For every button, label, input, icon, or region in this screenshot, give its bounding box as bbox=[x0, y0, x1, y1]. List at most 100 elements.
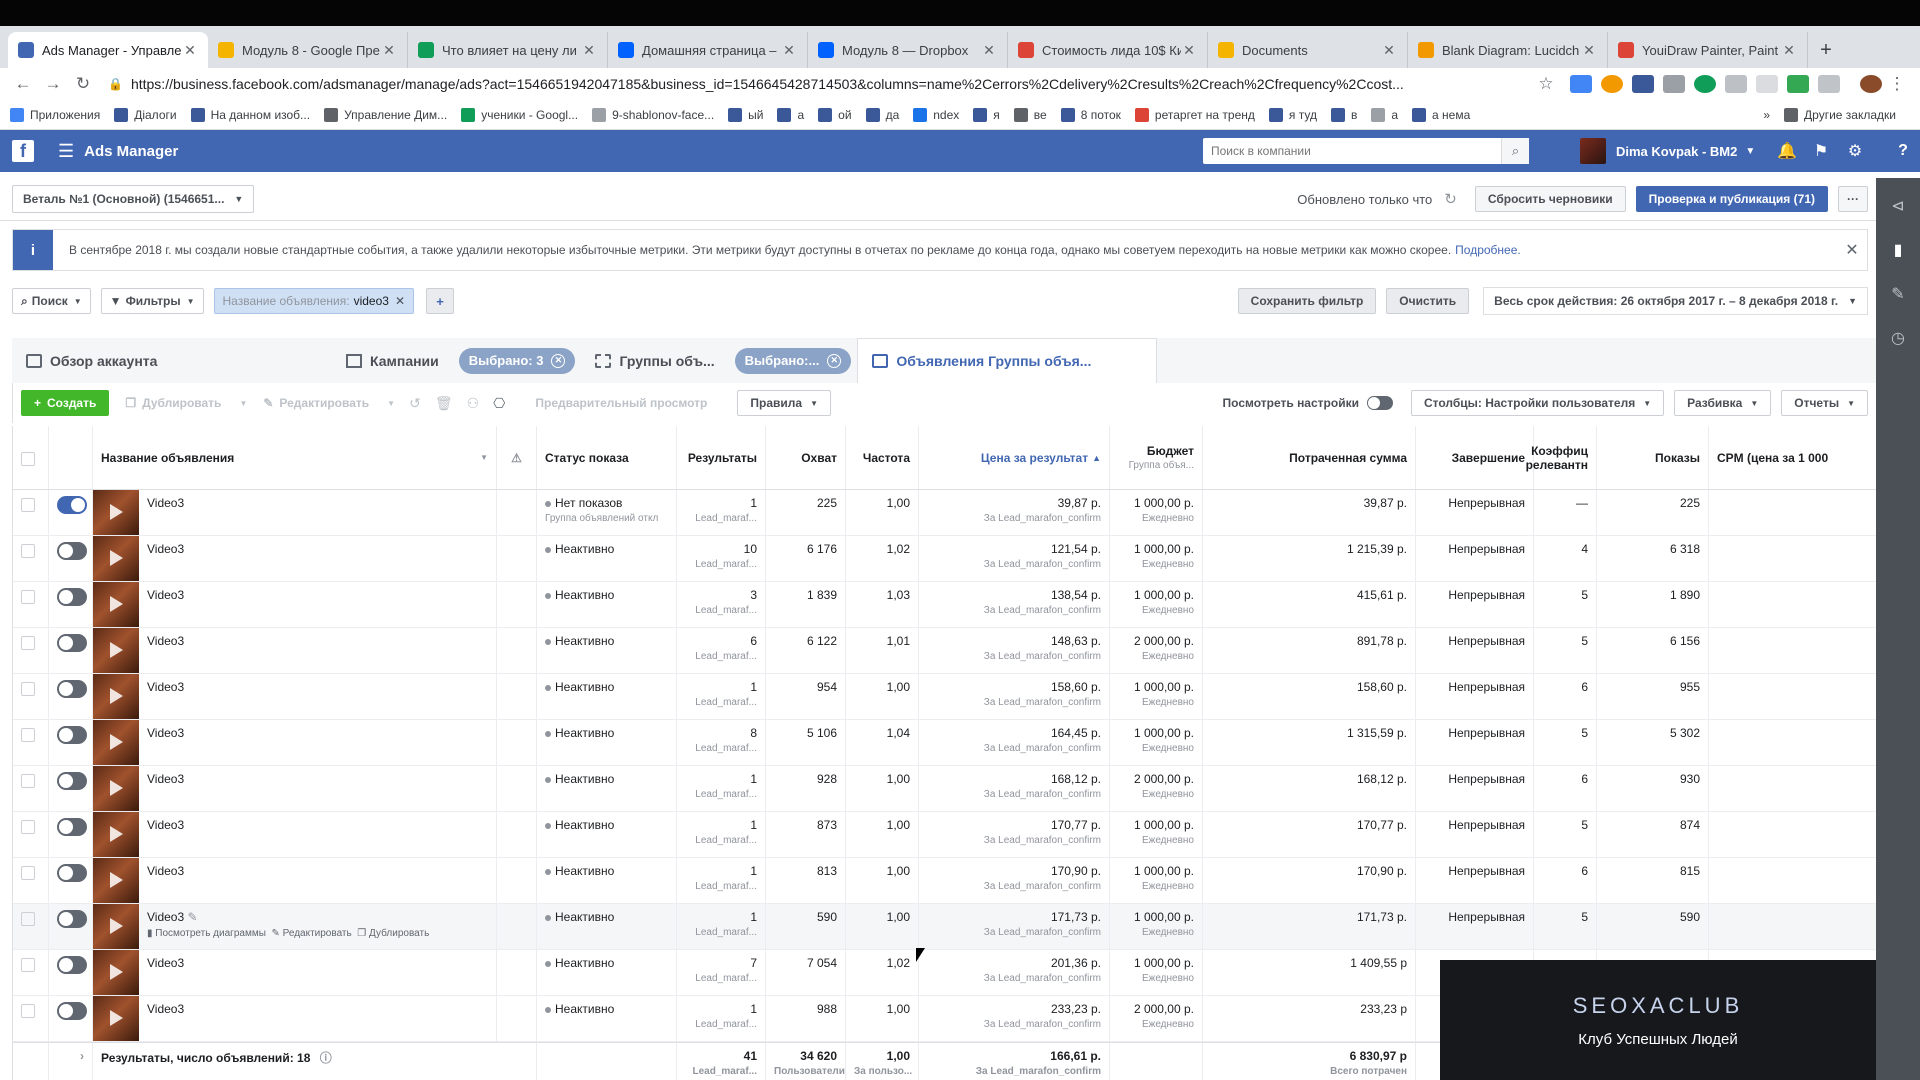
save-filter-button[interactable]: Сохранить фильтр bbox=[1237, 288, 1377, 314]
budget-cell[interactable]: 1 000,00 р. Ежедневно bbox=[1110, 720, 1203, 765]
more-options-icon[interactable]: ··· bbox=[1838, 186, 1868, 212]
browser-tab[interactable]: Стоимость лида 10$ Ки ✕ bbox=[1008, 32, 1208, 68]
discard-drafts-button[interactable]: Сбросить черновики bbox=[1474, 186, 1626, 212]
bookmarks-more[interactable]: » bbox=[1763, 108, 1770, 122]
browser-tab[interactable]: Модуль 8 — Dropbox ✕ bbox=[808, 32, 1008, 68]
table-row[interactable]: Video3 Неактивно 3 Lead_maraf... 1 839 1,03 13… bbox=[13, 582, 1876, 628]
menu-icon[interactable]: ⋮ bbox=[1882, 74, 1912, 94]
extension-icon[interactable] bbox=[1632, 75, 1654, 93]
undo-icon[interactable]: ↺ bbox=[409, 395, 421, 412]
row-duplicate-link[interactable]: ❐ Дублировать bbox=[357, 928, 429, 939]
clear-filter-button[interactable]: Очистить bbox=[1386, 288, 1470, 314]
row-checkbox[interactable] bbox=[21, 728, 35, 742]
extension-icon[interactable] bbox=[1601, 75, 1623, 93]
forward-icon[interactable]: → bbox=[38, 74, 68, 94]
col-impressions[interactable]: Показы bbox=[1597, 426, 1709, 489]
arrow-left-circle-icon[interactable]: ⊲ bbox=[1884, 192, 1912, 220]
ad-name[interactable]: Video3 bbox=[147, 956, 184, 970]
filter-token[interactable]: Название объявления: video3 ✕ bbox=[213, 288, 414, 314]
ad-name-cell[interactable]: Video3 bbox=[93, 766, 497, 811]
reports-dropdown[interactable]: Отчеты ▼ bbox=[1781, 390, 1868, 416]
ad-name-cell[interactable]: Video3 bbox=[93, 812, 497, 857]
col-amount-spent[interactable]: Потраченная сумма bbox=[1203, 426, 1416, 489]
new-tab-button[interactable]: + bbox=[1808, 32, 1844, 68]
bookmark-item[interactable]: я туд bbox=[1268, 107, 1317, 122]
col-status[interactable]: Статус показа bbox=[537, 426, 677, 489]
close-icon[interactable]: ✕ bbox=[1837, 240, 1867, 260]
bookmark-item[interactable]: ой bbox=[818, 107, 852, 122]
row-checkbox[interactable] bbox=[21, 682, 35, 696]
row-checkbox[interactable] bbox=[21, 636, 35, 650]
col-reach[interactable]: Охват bbox=[766, 426, 846, 489]
bookmark-item[interactable]: Приложения bbox=[10, 107, 100, 122]
rules-dropdown[interactable]: Правила ▼ bbox=[737, 390, 831, 416]
bar-chart-icon[interactable]: ▮ bbox=[1884, 236, 1912, 264]
col-results[interactable]: Результаты bbox=[677, 426, 766, 489]
close-icon[interactable]: ✕ bbox=[981, 42, 997, 59]
close-icon[interactable]: ✕ bbox=[1781, 42, 1797, 59]
search-dropdown[interactable]: ⌕ Поиск ▼ bbox=[12, 288, 91, 314]
ad-status-toggle[interactable] bbox=[57, 1002, 87, 1020]
notice-more-link[interactable]: Подробнее. bbox=[1455, 243, 1521, 257]
col-frequency[interactable]: Частота bbox=[846, 426, 919, 489]
row-checkbox[interactable] bbox=[21, 958, 35, 972]
col-budget[interactable]: Бюджет Группа объя... bbox=[1110, 426, 1203, 489]
close-icon[interactable]: ✕ bbox=[581, 42, 597, 59]
col-cpm[interactable]: CPM (цена за 1 000 bbox=[1709, 426, 1837, 489]
ad-status-toggle[interactable] bbox=[57, 542, 87, 560]
add-filter-button[interactable]: + bbox=[426, 288, 454, 314]
bookmark-item[interactable]: ndex bbox=[913, 107, 959, 122]
close-icon[interactable]: ✕ bbox=[381, 42, 397, 59]
ad-name-cell[interactable]: Video3 bbox=[93, 720, 497, 765]
col-warnings[interactable]: ⚠ bbox=[497, 426, 537, 489]
table-row[interactable]: Video3 Нет показов Группа объявлений откл 1… bbox=[13, 490, 1876, 536]
close-icon[interactable]: ✕ bbox=[395, 294, 405, 308]
ad-status-toggle[interactable] bbox=[57, 588, 87, 606]
account-selector[interactable]: Веталь №1 (Основной) (1546651... ▼ bbox=[12, 185, 255, 213]
adsets-selected-pill[interactable]: Выбрано:... ✕ bbox=[734, 347, 852, 374]
browser-tab[interactable]: Documents ✕ bbox=[1208, 32, 1408, 68]
ad-status-toggle[interactable] bbox=[57, 772, 87, 790]
row-checkbox[interactable] bbox=[21, 498, 35, 512]
bookmark-item[interactable]: 8 поток bbox=[1060, 107, 1121, 122]
tab-ads[interactable]: Объявления Группы объя... bbox=[857, 338, 1158, 383]
user-menu[interactable]: Dima Kovpak - BM2 ▼ bbox=[1580, 130, 1755, 172]
bookmark-star-icon[interactable]: ☆ bbox=[1531, 74, 1561, 94]
info-icon[interactable]: ⓘ bbox=[320, 1051, 332, 1065]
gear-icon[interactable]: ⚙ bbox=[1838, 141, 1872, 161]
row-edit-link[interactable]: ✎ Редактировать bbox=[271, 928, 351, 939]
bookmark-item[interactable]: 9-shablonov-face... bbox=[592, 107, 714, 122]
view-charts-link[interactable]: ▮ Посмотреть диаграммы bbox=[147, 928, 266, 939]
budget-cell[interactable]: 1 000,00 р. Ежедневно bbox=[1110, 536, 1203, 581]
ad-name-cell[interactable]: Video3 bbox=[93, 996, 497, 1041]
trash-icon[interactable]: 🗑 bbox=[435, 395, 453, 412]
ad-name-cell[interactable]: Video3 bbox=[93, 858, 497, 903]
col-relevance[interactable]: Коэффиц релевантн bbox=[1526, 426, 1597, 489]
row-checkbox[interactable] bbox=[21, 820, 35, 834]
tab-account-overview[interactable]: Обзор аккаунта bbox=[12, 338, 332, 383]
bookmark-item[interactable]: ученики - Googl... bbox=[461, 107, 578, 122]
bookmark-item[interactable]: ый bbox=[728, 107, 763, 122]
extension-icon[interactable] bbox=[1787, 75, 1809, 93]
browser-tab[interactable]: YouiDraw Painter, Paint ✕ bbox=[1608, 32, 1808, 68]
people-icon[interactable]: ⚇ bbox=[467, 395, 480, 412]
extension-icon[interactable] bbox=[1818, 75, 1840, 93]
browser-tab[interactable]: Модуль 8 - Google Пре ✕ bbox=[208, 32, 408, 68]
table-row[interactable]: Video3 Неактивно 1 Lead_maraf... 873 1,00 170,… bbox=[13, 812, 1876, 858]
columns-dropdown[interactable]: Столбцы: Настройки пользователя ▼ bbox=[1410, 390, 1665, 416]
row-checkbox[interactable] bbox=[21, 1004, 35, 1018]
bookmark-item[interactable]: в bbox=[1330, 107, 1357, 122]
pencil-icon[interactable]: ✎ bbox=[188, 910, 198, 924]
budget-cell[interactable]: 2 000,00 р. Ежедневно bbox=[1110, 628, 1203, 673]
row-checkbox[interactable] bbox=[21, 866, 35, 880]
extension-icon[interactable] bbox=[1756, 75, 1778, 93]
bookmark-item[interactable]: ве bbox=[1013, 107, 1047, 122]
ad-status-toggle[interactable] bbox=[57, 634, 87, 652]
breakdown-dropdown[interactable]: Разбивка ▼ bbox=[1674, 390, 1772, 416]
ad-name[interactable]: Video3 bbox=[147, 910, 184, 924]
create-button[interactable]: + Создать bbox=[21, 390, 110, 416]
review-publish-button[interactable]: Проверка и публикация (71) bbox=[1635, 186, 1828, 212]
duplicate-button[interactable]: ❐ Дублировать ▼ bbox=[125, 396, 247, 410]
tab-campaigns[interactable]: Кампании bbox=[332, 338, 453, 383]
url-field[interactable]: 🔒 https://business.facebook.com/adsmanag… bbox=[98, 71, 1531, 97]
